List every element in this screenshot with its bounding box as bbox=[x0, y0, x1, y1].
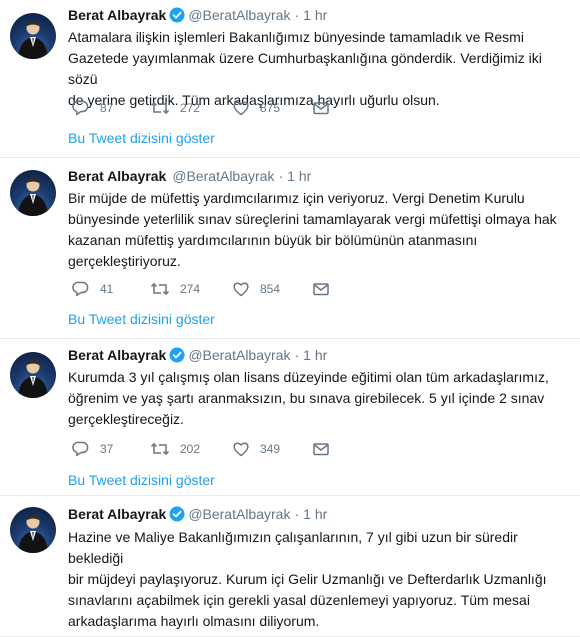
show-thread-link[interactable]: Bu Tweet dizisini göster bbox=[68, 310, 215, 328]
author-name[interactable]: Berat Albayrak bbox=[68, 506, 166, 522]
reply-button[interactable]: 87 bbox=[72, 98, 113, 118]
like-count: 349 bbox=[260, 442, 281, 456]
tweet-header: Berat Albayrak @BeratAlbayrak · 1 hr bbox=[68, 167, 311, 185]
retweet-icon bbox=[150, 442, 170, 456]
retweet-count: 274 bbox=[180, 282, 201, 296]
tweet-timestamp[interactable]: 1 hr bbox=[303, 506, 327, 522]
tweet[interactable]: Berat Albayrak @BeratAlbayrak · 1 hr Atamal… bbox=[0, 0, 580, 158]
header-separator: · bbox=[294, 7, 300, 23]
verified-badge-icon bbox=[169, 7, 185, 27]
like-count: 854 bbox=[260, 282, 281, 296]
header-separator: · bbox=[294, 506, 300, 522]
header-separator: · bbox=[294, 347, 300, 363]
tweet-header: Berat Albayrak @BeratAlbayrak · 1 hr bbox=[68, 346, 327, 367]
avatar-image bbox=[18, 21, 48, 59]
verified-badge-icon bbox=[169, 347, 185, 367]
retweet-count: 202 bbox=[180, 442, 201, 456]
tweet-text: Bir müjde de müfettiş yardımcılarımız iç… bbox=[68, 190, 557, 269]
tweet-feed: Berat Albayrak @BeratAlbayrak · 1 hr Atamal… bbox=[0, 0, 580, 637]
author-name[interactable]: Berat Albayrak bbox=[68, 347, 166, 363]
retweet-button[interactable]: 274 bbox=[150, 279, 200, 299]
author-name[interactable]: Berat Albayrak bbox=[68, 7, 166, 23]
like-count: 875 bbox=[260, 101, 281, 115]
avatar-image bbox=[18, 515, 48, 553]
reply-icon bbox=[72, 441, 89, 457]
avatar[interactable] bbox=[10, 352, 56, 398]
avatar[interactable] bbox=[10, 507, 56, 553]
tweet-timestamp[interactable]: 1 hr bbox=[303, 347, 327, 363]
verified-badge-icon bbox=[169, 506, 185, 526]
avatar-image bbox=[18, 178, 48, 216]
tweet-timestamp[interactable]: 1 hr bbox=[303, 7, 327, 23]
tweet-timestamp[interactable]: 1 hr bbox=[287, 168, 311, 184]
retweet-icon bbox=[150, 282, 170, 296]
retweet-button[interactable]: 272 bbox=[150, 98, 200, 118]
direct-message-button[interactable] bbox=[312, 439, 330, 459]
envelope-icon bbox=[313, 102, 329, 115]
direct-message-button[interactable] bbox=[312, 98, 330, 118]
tweet-text: Hazine ve Maliye Bakanlığımızın çalışanl… bbox=[68, 529, 547, 629]
heart-icon bbox=[233, 101, 249, 116]
reply-icon bbox=[72, 281, 89, 297]
reply-icon bbox=[72, 100, 89, 116]
avatar-image bbox=[18, 360, 48, 398]
envelope-icon bbox=[313, 443, 329, 456]
reply-button[interactable]: 37 bbox=[72, 439, 113, 459]
tweet[interactable]: Berat Albayrak @BeratAlbayrak · 1 hr Hazine… bbox=[0, 496, 580, 637]
author-handle[interactable]: @BeratAlbayrak bbox=[188, 347, 290, 363]
header-separator: · bbox=[278, 168, 284, 184]
tweet[interactable]: Berat Albayrak @BeratAlbayrak · 1 hr Bir mü… bbox=[0, 158, 580, 339]
show-thread-link[interactable]: Bu Tweet dizisini göster bbox=[68, 471, 215, 489]
author-handle[interactable]: @BeratAlbayrak bbox=[172, 168, 274, 184]
envelope-icon bbox=[313, 283, 329, 296]
reply-button[interactable]: 41 bbox=[72, 279, 113, 299]
tweet-actions: 87 272 875 bbox=[72, 98, 372, 118]
avatar[interactable] bbox=[10, 170, 56, 216]
tweet[interactable]: Berat Albayrak @BeratAlbayrak · 1 hr Kurumd… bbox=[0, 339, 580, 496]
retweet-button[interactable]: 202 bbox=[150, 439, 200, 459]
tweet-header: Berat Albayrak @BeratAlbayrak · 1 hr bbox=[68, 6, 327, 27]
author-handle[interactable]: @BeratAlbayrak bbox=[188, 7, 290, 23]
retweet-count: 272 bbox=[180, 101, 201, 115]
reply-count: 37 bbox=[100, 442, 114, 456]
heart-icon bbox=[233, 442, 249, 457]
direct-message-button[interactable] bbox=[312, 279, 330, 299]
reply-count: 41 bbox=[100, 282, 114, 296]
avatar[interactable] bbox=[10, 13, 56, 59]
heart-icon bbox=[233, 282, 249, 297]
tweet-actions: 37 202 349 bbox=[72, 439, 372, 459]
tweet-header: Berat Albayrak @BeratAlbayrak · 1 hr bbox=[68, 505, 327, 526]
tweet-text: Kurumda 3 yıl çalışmış olan lisans düzey… bbox=[68, 369, 549, 427]
like-button[interactable]: 349 bbox=[232, 439, 280, 459]
author-handle[interactable]: @BeratAlbayrak bbox=[188, 506, 290, 522]
like-button[interactable]: 875 bbox=[232, 98, 280, 118]
author-name[interactable]: Berat Albayrak bbox=[68, 168, 166, 184]
show-thread-link[interactable]: Bu Tweet dizisini göster bbox=[68, 129, 215, 147]
retweet-icon bbox=[150, 101, 170, 115]
reply-count: 87 bbox=[100, 101, 114, 115]
like-button[interactable]: 854 bbox=[232, 279, 280, 299]
tweet-actions: 41 274 854 bbox=[72, 279, 372, 299]
